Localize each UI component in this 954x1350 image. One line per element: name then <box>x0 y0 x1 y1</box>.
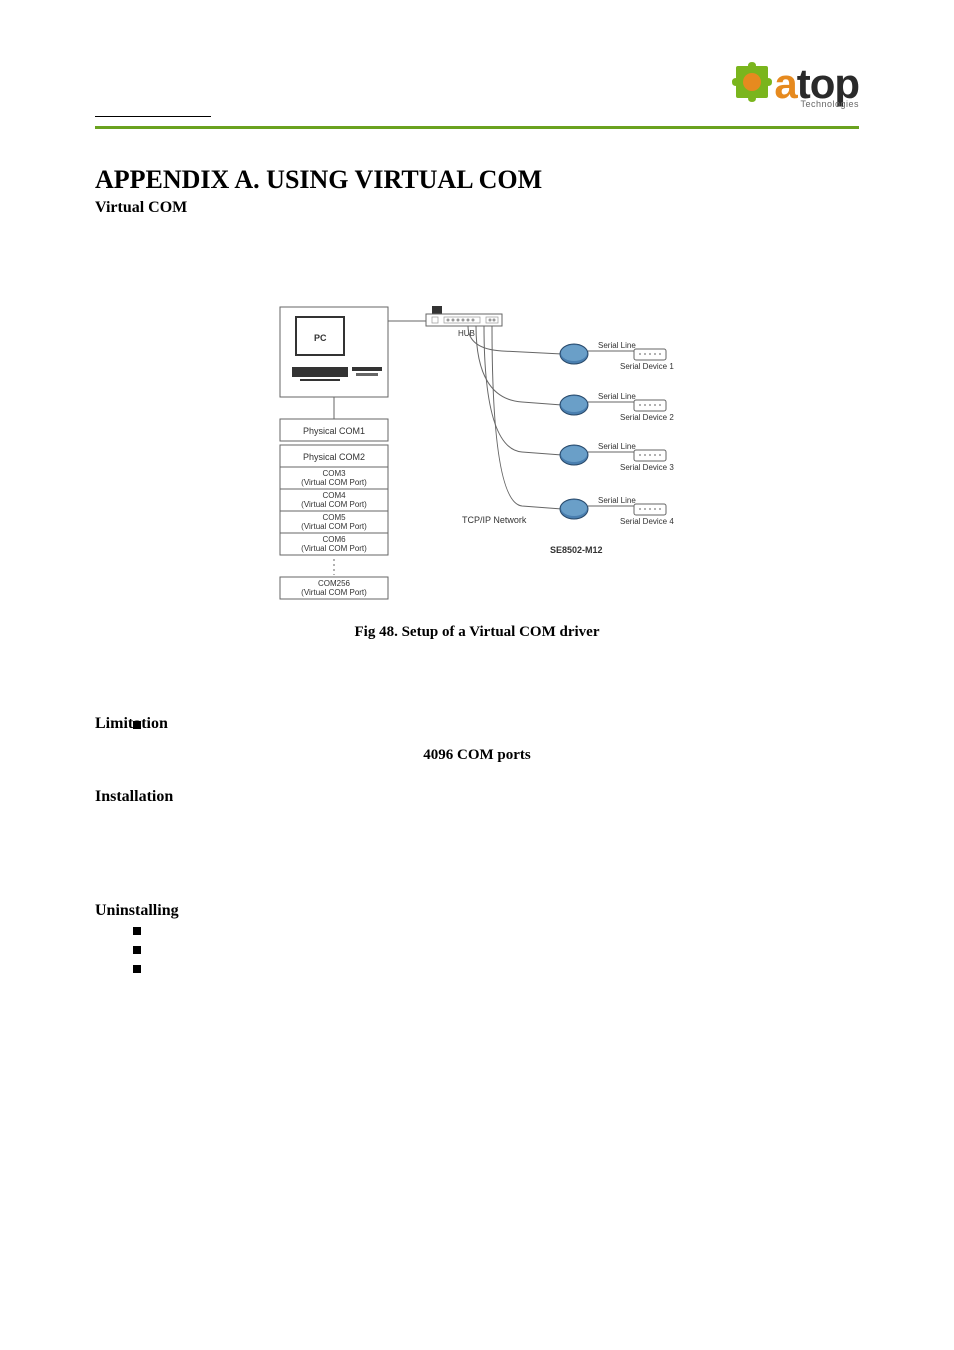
svg-text:Serial Line: Serial Line <box>598 341 636 350</box>
svg-text:Serial Device 1: Serial Device 1 <box>620 362 674 371</box>
installation-section: Installation <box>95 788 859 806</box>
limitation-ports: 4096 COM ports <box>95 747 859 764</box>
uninstall-bullet-3 <box>133 960 859 976</box>
fig-physical-com1: Physical COM1 <box>303 426 365 436</box>
fig-serial-node-2: Serial Line Serial Device 2 <box>560 392 674 422</box>
uninstalling-bullets <box>133 922 859 976</box>
fig-com256: COM256 <box>318 579 351 588</box>
fig-com3: COM3 <box>322 469 346 478</box>
fig-com6-sub: (Virtual COM Port) <box>301 544 367 553</box>
limitation-section: Limitation 4096 COM ports <box>95 715 859 764</box>
figure-caption: Fig 48. Setup of a Virtual COM driver <box>95 624 859 641</box>
brand-logo: atop Technologies <box>730 60 859 109</box>
fig-serial-node-1: Serial Line Serial Device 1 <box>560 341 674 371</box>
uninstalling-title: Uninstalling <box>95 902 859 920</box>
fig-com4: COM4 <box>322 491 346 500</box>
fig-physical-com2: Physical COM2 <box>303 452 365 462</box>
svg-text:Serial Line: Serial Line <box>598 496 636 505</box>
fig-hub-label: HUB <box>458 329 475 338</box>
logo-puzzle-icon <box>730 60 774 109</box>
fig-com4-sub: (Virtual COM Port) <box>301 500 367 509</box>
fig-device-model: SE8502-M12 <box>550 545 603 555</box>
fig-serial-node-3: Serial Line Serial Device 3 <box>560 442 674 472</box>
fig-com5-sub: (Virtual COM Port) <box>301 522 367 531</box>
logo-subtitle: Technologies <box>774 100 859 109</box>
svg-text:Serial Device 2: Serial Device 2 <box>620 413 674 422</box>
svg-text:Serial Device 3: Serial Device 3 <box>620 463 674 472</box>
limitation-title: Limitation <box>95 715 859 733</box>
fig-serial-node-4: Serial Line Serial Device 4 <box>560 496 674 526</box>
appendix-title: APPENDIX A. USING VIRTUAL COM <box>95 165 859 195</box>
fig-pc-label: PC <box>314 333 327 343</box>
header-underline <box>95 116 211 117</box>
fig-com256-sub: (Virtual COM Port) <box>301 588 367 597</box>
installation-title: Installation <box>95 788 859 806</box>
uninstalling-section: Uninstalling <box>95 902 859 976</box>
uninstall-bullet-1 <box>133 922 859 938</box>
fig-com5: COM5 <box>322 513 346 522</box>
fig-com3-sub: (Virtual COM Port) <box>301 478 367 487</box>
svg-text:Serial Line: Serial Line <box>598 392 636 401</box>
svg-text:Serial Line: Serial Line <box>598 442 636 451</box>
header-green-rule <box>95 126 859 129</box>
svg-text:Serial Device 4: Serial Device 4 <box>620 517 674 526</box>
figure-48: PC HUB Physic <box>95 289 859 641</box>
virtual-com-subtitle: Virtual COM <box>95 199 859 217</box>
fig-com6: COM6 <box>322 535 346 544</box>
uninstall-bullet-2 <box>133 941 859 957</box>
fig-tcpip-label: TCP/IP Network <box>462 515 527 525</box>
